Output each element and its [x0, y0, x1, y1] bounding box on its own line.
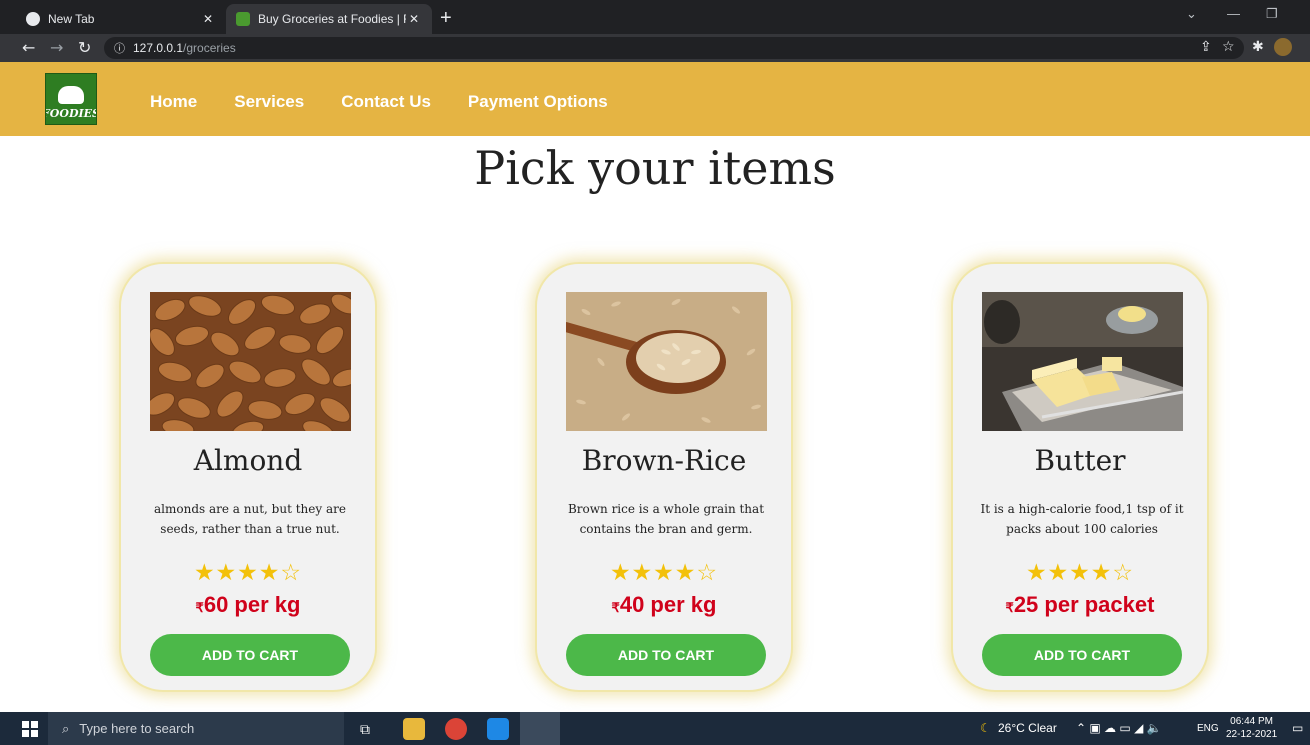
task-view-icon[interactable]: ⧉: [360, 721, 370, 738]
forward-icon[interactable]: →: [50, 38, 63, 57]
rating-stars: ★★★★☆: [953, 560, 1207, 586]
search-placeholder: Type here to search: [79, 721, 195, 736]
bookmark-star-icon[interactable]: ☆: [1222, 39, 1235, 55]
price-text: 60 per kg: [203, 592, 301, 617]
foodies-favicon-icon: [236, 12, 250, 26]
close-tab-icon[interactable]: ✕: [200, 12, 216, 26]
rupee-symbol: ₹: [1005, 600, 1014, 615]
clock-date: 22-12-2021: [1226, 729, 1278, 740]
product-card-butter: Butter It is a high-calorie food,1 tsp o…: [951, 262, 1209, 692]
product-price: ₹25 per packet: [953, 592, 1207, 618]
url-path: /groceries: [183, 41, 236, 55]
chef-hat-icon: [58, 86, 84, 104]
almond-image: [150, 292, 351, 431]
rupee-symbol: ₹: [195, 600, 204, 615]
notification-icon[interactable]: ▭: [1292, 721, 1303, 735]
product-price: ₹60 per kg: [121, 592, 375, 618]
minimize-button[interactable]: —: [1227, 6, 1240, 21]
add-to-cart-button[interactable]: ADD TO CART: [150, 634, 350, 676]
price-text: 40 per kg: [619, 592, 717, 617]
star-icon: ★★★★: [609, 560, 697, 586]
reload-icon[interactable]: ↻: [78, 38, 91, 57]
taskbar-search-input[interactable]: ⌕ Type here to search: [48, 712, 344, 745]
browser-tab-bar: New Tab ✕ Buy Groceries at Foodies | Fre…: [0, 0, 1310, 34]
chrome-active-app-icon[interactable]: [520, 712, 560, 745]
tray-icons[interactable]: ⌃ ▣ ☁ ▭ ◢ 🔈: [1076, 721, 1162, 735]
nav-services[interactable]: Services: [234, 92, 304, 112]
product-name: Brown-Rice: [581, 444, 747, 477]
product-description: almonds are a nut, but they are seeds, r…: [154, 502, 346, 536]
page-title: Pick your items: [474, 141, 836, 195]
tab-new-tab[interactable]: New Tab ✕: [16, 4, 226, 34]
language-indicator[interactable]: ENG: [1197, 723, 1219, 734]
back-icon[interactable]: ←: [22, 38, 35, 57]
share-icon[interactable]: ⇪: [1200, 39, 1212, 55]
product-price: ₹40 per kg: [537, 592, 791, 618]
search-icon: ⌕: [62, 720, 70, 736]
foodies-logo[interactable]: FOODIES: [45, 73, 97, 125]
weather-text[interactable]: 26°C Clear: [998, 721, 1057, 735]
site-header: FOODIES Home Services Contact Us Payment…: [0, 62, 1310, 136]
tab-search-icon[interactable]: ⌄: [1186, 6, 1197, 22]
windows-start-icon[interactable]: [22, 721, 38, 737]
url-host: 127.0.0.1: [133, 41, 184, 55]
brown-rice-image: [566, 292, 767, 431]
rating-stars: ★★★★☆: [537, 560, 791, 586]
add-to-cart-button[interactable]: ADD TO CART: [982, 634, 1182, 676]
file-explorer-icon[interactable]: [403, 718, 425, 740]
close-tab-icon[interactable]: ✕: [406, 12, 422, 26]
vscode-icon[interactable]: [487, 718, 509, 740]
star-icon: ★★★★: [1025, 560, 1113, 586]
main-nav: Home Services Contact Us Payment Options: [150, 92, 645, 112]
tab-title: Buy Groceries at Foodies | Fresh: [258, 12, 406, 26]
half-star-icon: ☆: [1112, 560, 1135, 586]
price-text: 25 per packet: [1013, 592, 1155, 617]
nav-contact-us[interactable]: Contact Us: [341, 92, 431, 112]
rating-stars: ★★★★☆: [121, 560, 375, 586]
taskbar-clock[interactable]: 06:44 PM 22-12-2021: [1226, 715, 1277, 741]
nav-home[interactable]: Home: [150, 92, 197, 112]
logo-text: FOODIES: [46, 107, 97, 120]
extensions-icon[interactable]: ✱: [1252, 39, 1264, 55]
product-name: Almond: [193, 444, 303, 477]
chrome-icon: [26, 12, 40, 26]
half-star-icon: ☆: [280, 560, 303, 586]
butter-image: [982, 292, 1183, 431]
profile-avatar[interactable]: [1274, 38, 1292, 56]
chrome-icon[interactable]: [445, 718, 467, 740]
weather-moon-icon: ☾: [980, 721, 991, 735]
new-tab-button[interactable]: +: [440, 7, 452, 30]
product-card-almond: Almond almonds are a nut, but they are s…: [119, 262, 377, 692]
add-to-cart-button[interactable]: ADD TO CART: [566, 634, 766, 676]
site-info-icon[interactable]: ⓘ: [114, 40, 125, 56]
maximize-button[interactable]: ❐: [1266, 6, 1278, 22]
product-name: Butter: [1034, 444, 1126, 477]
address-bar-row: ← → ↻ ⓘ 127.0.0.1/groceries ⇪ ☆ ✱: [0, 34, 1310, 62]
windows-taskbar: ⌕ Type here to search ⧉ ☾ 26°C Clear ⌃ ▣…: [0, 712, 1310, 745]
product-description: Brown rice is a whole grain that contain…: [567, 502, 765, 536]
star-icon: ★★★★: [193, 560, 281, 586]
product-card-brown-rice: Brown-Rice Brown rice is a whole grain t…: [535, 262, 793, 692]
rupee-symbol: ₹: [611, 600, 620, 615]
url-input[interactable]: ⓘ 127.0.0.1/groceries: [104, 37, 1244, 59]
nav-payment-options[interactable]: Payment Options: [468, 92, 608, 112]
product-description: It is a high-calorie food,1 tsp of it pa…: [980, 502, 1184, 536]
half-star-icon: ☆: [696, 560, 719, 586]
tab-title: New Tab: [48, 12, 95, 26]
clock-time: 06:44 PM: [1230, 716, 1273, 727]
tab-foodies[interactable]: Buy Groceries at Foodies | Fresh ✕: [226, 4, 432, 34]
